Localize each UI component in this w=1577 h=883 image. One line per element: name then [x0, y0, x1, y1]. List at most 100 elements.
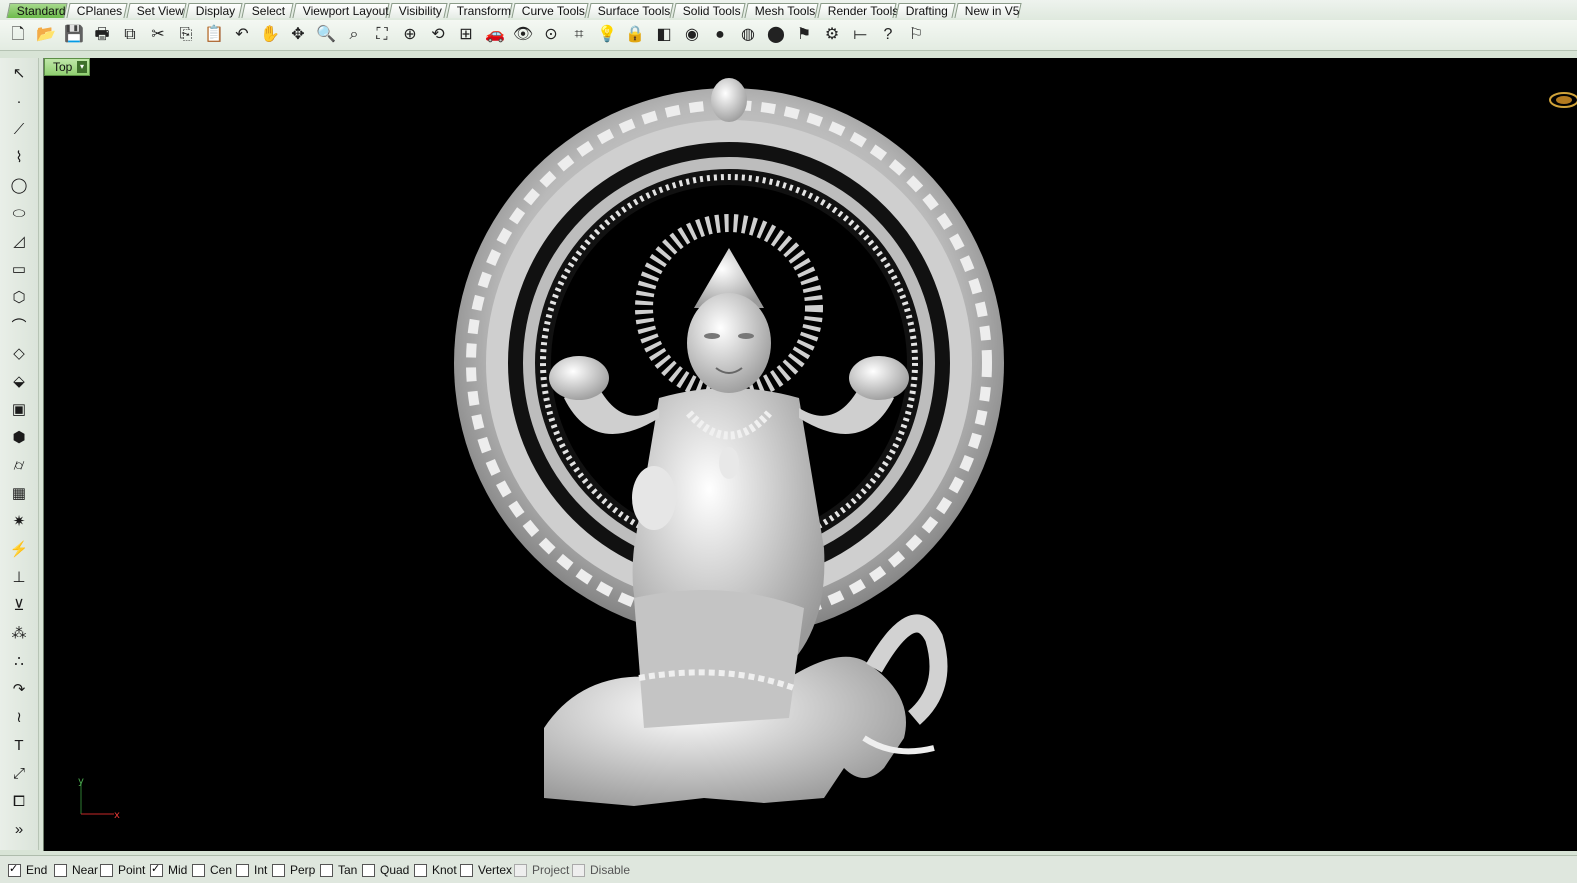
tab-transform[interactable]: Transform — [446, 3, 513, 18]
snap-int[interactable]: Int — [236, 862, 267, 878]
car-icon[interactable]: 🚗 — [483, 23, 507, 47]
print-icon[interactable]: 🖶 — [90, 23, 114, 47]
shaded-sphere-icon[interactable]: ● — [708, 23, 732, 47]
snap-grid-icon[interactable]: ⌗ — [567, 23, 591, 47]
layer-icon[interactable]: ◧ — [652, 23, 676, 47]
top-viewport[interactable]: Top ▾ y x — [43, 58, 1577, 851]
more-tools-icon[interactable]: » — [6, 818, 32, 840]
ellipse-icon[interactable]: ⬭ — [6, 202, 32, 224]
snap-checkbox[interactable] — [460, 863, 473, 877]
snap-knot[interactable]: Knot — [414, 862, 457, 878]
snap-cen[interactable]: Cen — [192, 862, 232, 878]
circle-icon[interactable]: ◯ — [6, 174, 32, 196]
block-icon[interactable]: ⧠ — [6, 790, 32, 812]
lock-icon[interactable]: 🔒 — [623, 23, 647, 47]
snap-perp[interactable]: Perp — [272, 862, 315, 878]
tab-drafting[interactable]: Drafting — [895, 3, 956, 18]
tab-select[interactable]: Select — [241, 3, 294, 18]
rotate-view-icon[interactable]: ✥ — [286, 23, 310, 47]
snap-checkbox[interactable] — [236, 863, 249, 877]
lakshmi-relief-model[interactable] — [444, 78, 1014, 808]
open-file-icon[interactable]: 📂 — [34, 23, 58, 47]
save-icon[interactable]: 💾 — [62, 23, 86, 47]
snap-checkbox[interactable] — [54, 863, 67, 877]
box-solid-icon[interactable]: ▣ — [6, 398, 32, 420]
surface-from-points-icon[interactable]: ◇ — [6, 342, 32, 364]
snap-checkbox[interactable] — [514, 863, 527, 877]
dimension-align-icon[interactable]: ⤢ — [6, 762, 32, 784]
viewport-menu-arrow-icon[interactable]: ▾ — [77, 61, 87, 73]
snap-checkbox[interactable] — [272, 863, 285, 877]
snap-point[interactable]: Point — [100, 862, 145, 878]
mesh-plane-icon[interactable]: ▦ — [6, 482, 32, 504]
tab-standard[interactable]: Standard — [6, 3, 68, 18]
snap-checkbox[interactable] — [100, 863, 113, 877]
tab-display[interactable]: Display — [185, 3, 243, 18]
polyline-icon[interactable]: ⟋ — [6, 118, 32, 140]
color-wheel-icon[interactable]: ◉ — [680, 23, 704, 47]
zoom-dynamic-icon[interactable]: 🔍 — [314, 23, 338, 47]
four-viewports-icon[interactable]: ⊞ — [454, 23, 478, 47]
snap-end[interactable]: End — [8, 862, 47, 878]
boolean-union-icon[interactable]: ⬢ — [6, 426, 32, 448]
transform-gear-icon[interactable]: ✷ — [6, 510, 32, 532]
group-icon[interactable]: ⁂ — [6, 622, 32, 644]
curve-control-points-icon[interactable]: ⌇ — [6, 146, 32, 168]
polygon-icon[interactable]: ⬡ — [6, 286, 32, 308]
paste-icon[interactable]: 📋 — [202, 23, 226, 47]
trim-icon[interactable]: ⚡ — [6, 538, 32, 560]
circle-point-icon[interactable]: ⊙ — [539, 23, 563, 47]
snap-checkbox[interactable] — [192, 863, 205, 877]
undo-icon[interactable]: ↶ — [230, 23, 254, 47]
snap-disable[interactable]: Disable — [572, 862, 630, 878]
tab-viewport-layout[interactable]: Viewport Layout — [292, 3, 390, 18]
snap-mid[interactable]: Mid — [150, 862, 187, 878]
tab-new-in-v5[interactable]: New in V5 — [954, 3, 1022, 18]
new-file-icon[interactable]: 🗋 — [6, 23, 30, 47]
rendered-sphere-icon[interactable]: ◍ — [736, 23, 760, 47]
dimension-icon[interactable]: ⟝ — [848, 23, 872, 47]
tab-surface-tools[interactable]: Surface Tools — [587, 3, 674, 18]
import-icon[interactable]: ⧉ — [118, 23, 142, 47]
snap-vertex[interactable]: Vertex — [460, 862, 512, 878]
tab-render-tools[interactable]: Render Tools — [817, 3, 898, 18]
text-icon[interactable]: T — [6, 734, 32, 756]
tab-mesh-tools[interactable]: Mesh Tools — [744, 3, 819, 18]
snap-checkbox[interactable] — [572, 863, 585, 877]
undo-view-icon[interactable]: ⟲ — [426, 23, 450, 47]
tab-solid-tools[interactable]: Solid Tools — [672, 3, 746, 18]
tab-set-view[interactable]: Set View — [126, 3, 187, 18]
cylinder-icon[interactable]: ⌭ — [6, 454, 32, 476]
snap-near[interactable]: Near — [54, 862, 98, 878]
rectangle-icon[interactable]: ▭ — [6, 258, 32, 280]
cut-icon[interactable]: ✂ — [146, 23, 170, 47]
select-arrow-icon[interactable]: ↖ — [6, 62, 32, 84]
explode-icon[interactable]: ⊻ — [6, 594, 32, 616]
snap-checkbox[interactable] — [320, 863, 333, 877]
snap-checkbox[interactable] — [8, 862, 21, 877]
light-bulb-icon[interactable]: 💡 — [595, 23, 619, 47]
tab-visibility[interactable]: Visibility — [388, 3, 448, 18]
snap-checkbox[interactable] — [414, 863, 427, 877]
snap-checkbox[interactable] — [362, 863, 375, 877]
tooltip-icon[interactable]: ⚐ — [904, 23, 928, 47]
flag-icon[interactable]: ⚑ — [792, 23, 816, 47]
eye-icon[interactable]: 👁 — [511, 23, 535, 47]
fillet-curve-icon[interactable]: ⌒ — [6, 314, 32, 336]
snap-project[interactable]: Project — [514, 862, 569, 878]
extrude-surface-icon[interactable]: ⬙ — [6, 370, 32, 392]
blue-sphere-icon[interactable]: ⬤ — [764, 23, 788, 47]
tab-curve-tools[interactable]: Curve Tools — [511, 3, 589, 18]
help-icon[interactable]: ? — [876, 23, 900, 47]
arc-icon[interactable]: ◿ — [6, 230, 32, 252]
rebuild-curve-icon[interactable]: ≀ — [6, 706, 32, 728]
snap-quad[interactable]: Quad — [362, 862, 409, 878]
tab-cplanes[interactable]: CPlanes — [66, 3, 128, 18]
copy-icon[interactable]: ⎘ — [174, 23, 198, 47]
split-icon[interactable]: ⊥ — [6, 566, 32, 588]
pan-hand-icon[interactable]: ✋ — [258, 23, 282, 47]
curve-blend-icon[interactable]: ↷ — [6, 678, 32, 700]
options-gear-icon[interactable]: ⚙ — [820, 23, 844, 47]
zoom-extents-icon[interactable]: ⛶ — [370, 23, 394, 47]
zoom-selected-icon[interactable]: ⊕ — [398, 23, 422, 47]
